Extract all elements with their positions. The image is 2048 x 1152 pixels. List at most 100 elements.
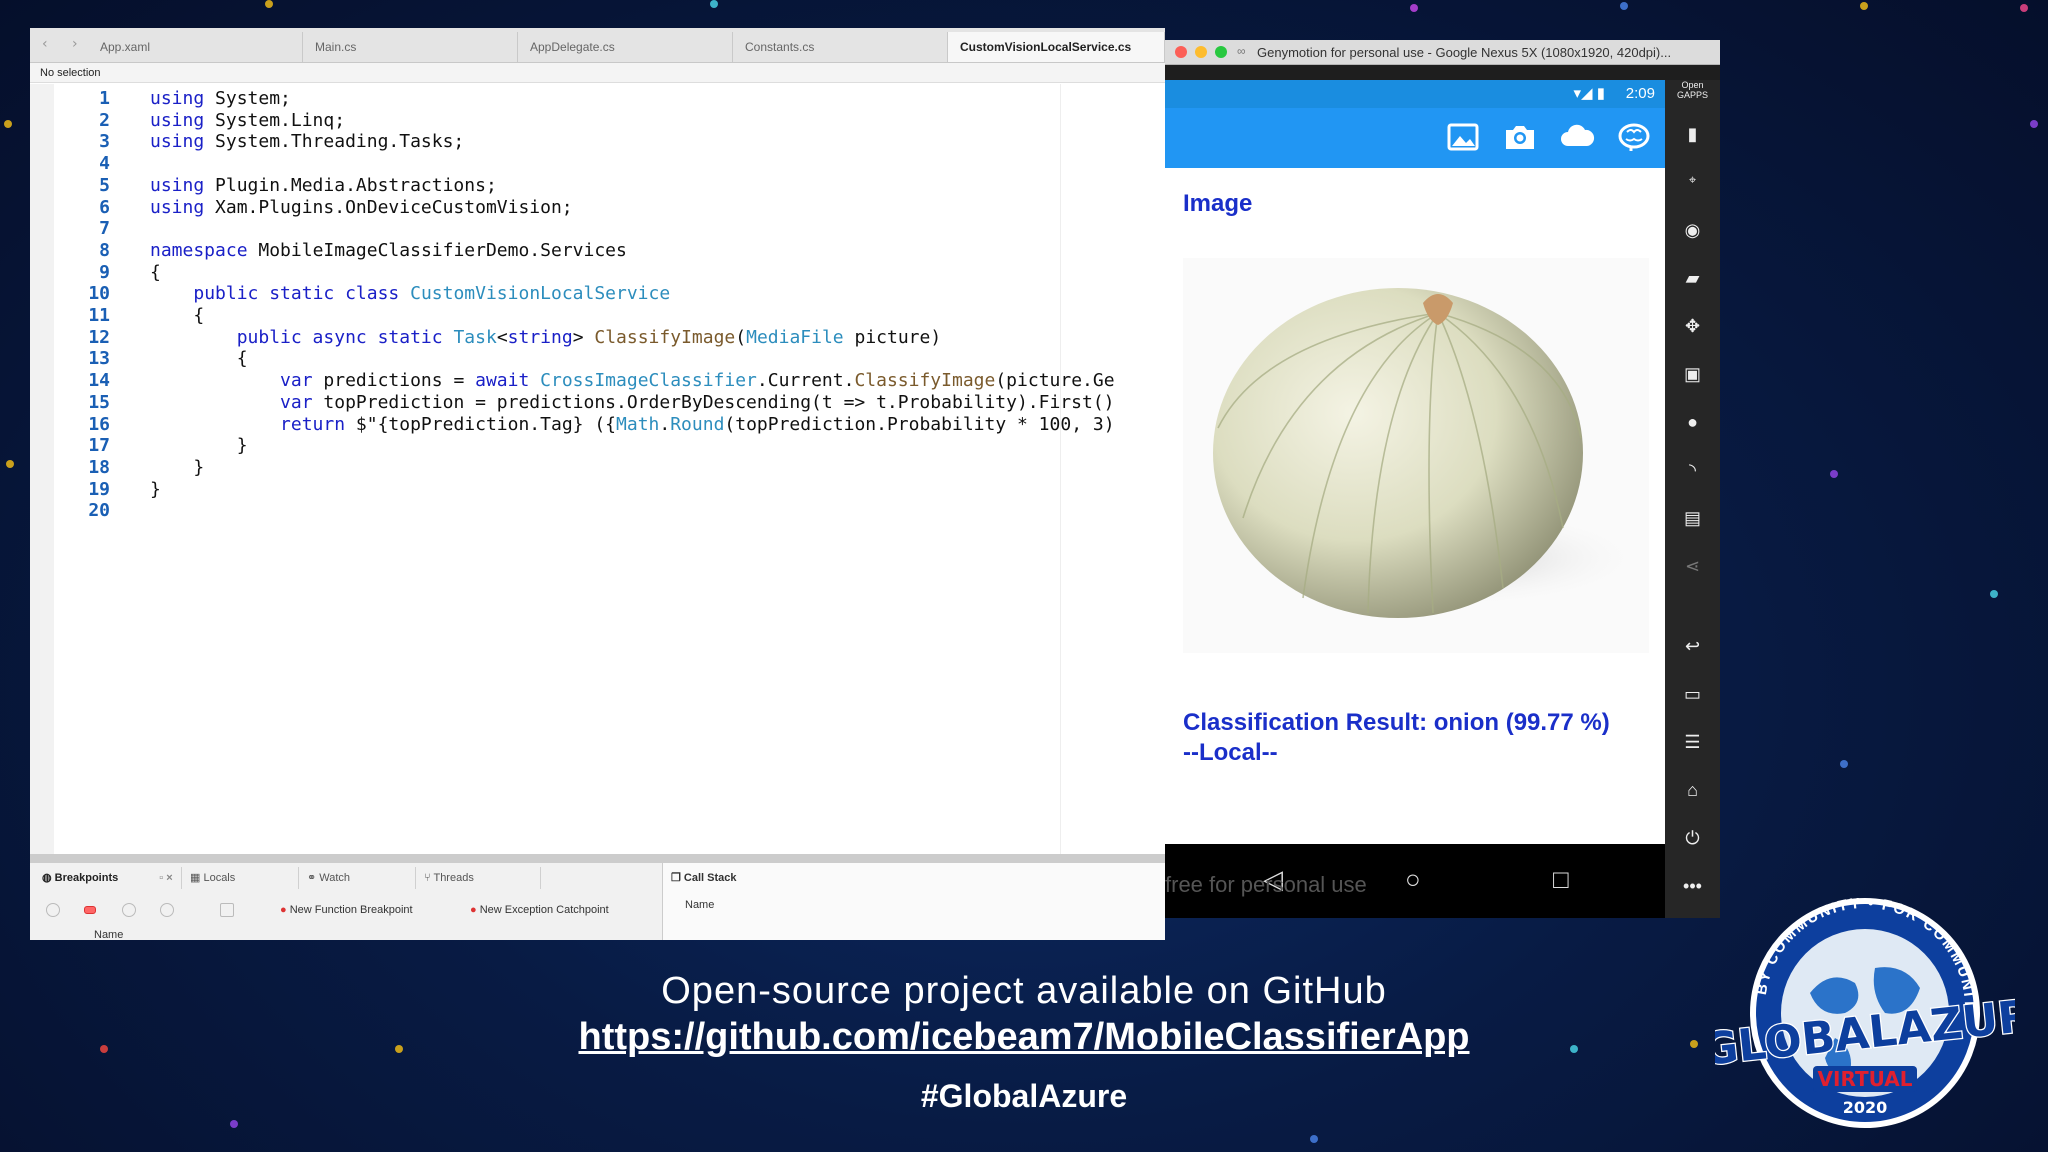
- maximize-window-button[interactable]: [1215, 46, 1227, 58]
- code-token: }: [150, 478, 161, 500]
- code-line: 3 using System.Threading.Tasks;: [30, 131, 464, 153]
- tab-main-cs[interactable]: Main.cs: [303, 32, 518, 62]
- call-stack-title-label: Call Stack: [683, 872, 737, 884]
- code-token: await: [475, 370, 530, 392]
- android-nav-bar: ◁ ○ □ free for personal use: [1165, 844, 1665, 918]
- android-screen[interactable]: ▾◢ ▮ 2:09 Image Classification Result: o…: [1165, 80, 1665, 918]
- line-number: 18: [88, 456, 110, 478]
- line-number: 20: [88, 500, 110, 522]
- disable-all-icon[interactable]: [122, 903, 136, 917]
- code-line: 4: [30, 153, 150, 175]
- code-token: topPrediction = predictions.OrderByDesce…: [312, 391, 1115, 413]
- code-line: 18 }: [30, 457, 204, 479]
- camera-icon[interactable]: [1503, 122, 1537, 158]
- code-line: 12 public async static Task<string> Clas…: [30, 327, 941, 349]
- code-token: }: [150, 435, 248, 457]
- home-icon[interactable]: ○: [1405, 864, 1421, 895]
- line-number: 16: [88, 413, 110, 435]
- recent-apps-side-icon[interactable]: ▭: [1665, 684, 1720, 705]
- tab-breakpoints[interactable]: ◍ Breakpoints ▫ ×: [34, 867, 182, 889]
- code-token: {: [150, 348, 248, 370]
- code-token: ClassifyImage: [594, 326, 736, 348]
- brain-icon[interactable]: [1617, 122, 1651, 158]
- ide-window: ‹ › App.xaml Main.cs AppDelegate.cs Cons…: [30, 28, 1165, 940]
- code-line: 19}: [30, 479, 161, 501]
- code-token: }: [150, 456, 205, 478]
- emulator-title: Genymotion for personal use - Google Nex…: [1257, 45, 1672, 60]
- open-gapps-icon[interactable]: Open GAPPS: [1665, 80, 1720, 100]
- call-stack-name-header: Name: [685, 899, 715, 911]
- recents-icon[interactable]: □: [1553, 864, 1569, 895]
- code-line: 5 using Plugin.Media.Abstractions;: [30, 175, 497, 197]
- code-token: using: [150, 196, 205, 218]
- breakpoint-add-icon: ●: [280, 904, 290, 916]
- line-number: 7: [99, 218, 110, 240]
- forward-nav-icon[interactable]: ›: [72, 36, 78, 52]
- code-token: CustomVisionLocalService: [410, 283, 671, 305]
- code-token: string: [507, 326, 573, 348]
- new-exception-catchpoint-button[interactable]: ● New Exception Catchpoint: [470, 904, 609, 916]
- code-line: 8 namespace MobileImageClassifierDemo.Ser…: [30, 240, 627, 262]
- identifiers-icon[interactable]: ▣: [1665, 364, 1720, 385]
- sms-icon[interactable]: ▤: [1665, 508, 1720, 529]
- enable-breakpoint-icon[interactable]: [46, 903, 60, 917]
- line-number: 5: [99, 174, 110, 196]
- remove-breakpoint-icon[interactable]: [84, 906, 96, 914]
- tab-locals[interactable]: ▦ Locals: [182, 867, 299, 889]
- code-token: System;: [204, 88, 291, 109]
- tab-app-xaml[interactable]: App.xaml: [88, 32, 303, 62]
- close-icon[interactable]: ▫ ×: [159, 872, 172, 884]
- tab-threads[interactable]: ⑂ Threads: [416, 867, 541, 889]
- code-line: 14 var predictions = await CrossImageCla…: [30, 370, 1115, 392]
- debug-panel: ◍ Breakpoints ▫ × ▦ Locals ⚭ Watch ⑂ Thr…: [30, 862, 1165, 940]
- network-icon[interactable]: ◝: [1665, 460, 1720, 481]
- tab-customvisionlocalservice-cs[interactable]: CustomVisionLocalService.cs: [948, 32, 1165, 62]
- disk-io-icon[interactable]: ●: [1665, 412, 1720, 433]
- classification-result: Classification Result: onion (99.77 %) -…: [1183, 709, 1610, 766]
- tab-appdelegate-cs[interactable]: AppDelegate.cs: [518, 32, 733, 62]
- back-nav-icon[interactable]: ‹: [42, 36, 48, 52]
- power-icon[interactable]: ⏻: [1665, 828, 1720, 849]
- horizontal-scrollbar[interactable]: [30, 854, 1165, 862]
- code-token: using: [150, 88, 205, 109]
- menu-side-icon[interactable]: ☰: [1665, 732, 1720, 753]
- breakpoints-icon: ◍: [42, 872, 55, 884]
- app-content: Image Classification Result: onion (99.7…: [1165, 168, 1665, 844]
- clear-all-icon[interactable]: [160, 903, 174, 917]
- capture-icon[interactable]: ▰: [1665, 268, 1720, 289]
- code-token: ClassifyImage: [854, 370, 996, 392]
- status-clock: 2:09: [1625, 85, 1655, 102]
- code-editor[interactable]: 1 using System; 2 using System.Linq; 3 using …: [30, 84, 1165, 854]
- emulator-sidebar: Open GAPPS ▮ ⌖ ◉ ▰ ✥ ▣ ● ◝ ▤ ⋖ ↩ ▭ ☰ ⌂ ⏻…: [1665, 80, 1720, 918]
- tab-constants-cs[interactable]: Constants.cs: [733, 32, 948, 62]
- watch-icon: ⚭: [307, 872, 320, 884]
- code-token: (picture.Ge: [995, 370, 1115, 392]
- tab-watch[interactable]: ⚭ Watch: [299, 867, 416, 889]
- minimize-window-button[interactable]: [1195, 46, 1207, 58]
- gps-icon[interactable]: ⌖: [1665, 172, 1720, 188]
- cloud-icon[interactable]: [1559, 122, 1595, 158]
- more-icon[interactable]: •••: [1665, 876, 1720, 897]
- back-side-icon[interactable]: ↩: [1665, 636, 1720, 657]
- line-number: 13: [88, 348, 110, 370]
- close-window-button[interactable]: [1175, 46, 1187, 58]
- code-token: Round: [670, 413, 725, 435]
- share-icon[interactable]: ⋖: [1665, 556, 1720, 577]
- properties-icon[interactable]: [220, 903, 234, 917]
- code-token: Plugin.Media.Abstractions;: [204, 174, 497, 196]
- webcam-icon[interactable]: ◉: [1665, 220, 1720, 241]
- new-function-breakpoint-button[interactable]: ● New Function Breakpoint: [280, 904, 413, 916]
- gallery-icon[interactable]: [1447, 122, 1479, 158]
- move-icon[interactable]: ✥: [1665, 316, 1720, 337]
- line-number: 11: [88, 305, 110, 326]
- call-stack-panel: ❐ Call Stack Name: [662, 863, 1165, 940]
- home-side-icon[interactable]: ⌂: [1665, 780, 1720, 801]
- battery-icon[interactable]: ▮: [1665, 124, 1720, 145]
- code-token: $"{topPrediction.Tag} ({: [345, 413, 617, 435]
- code-token: Task: [453, 326, 497, 348]
